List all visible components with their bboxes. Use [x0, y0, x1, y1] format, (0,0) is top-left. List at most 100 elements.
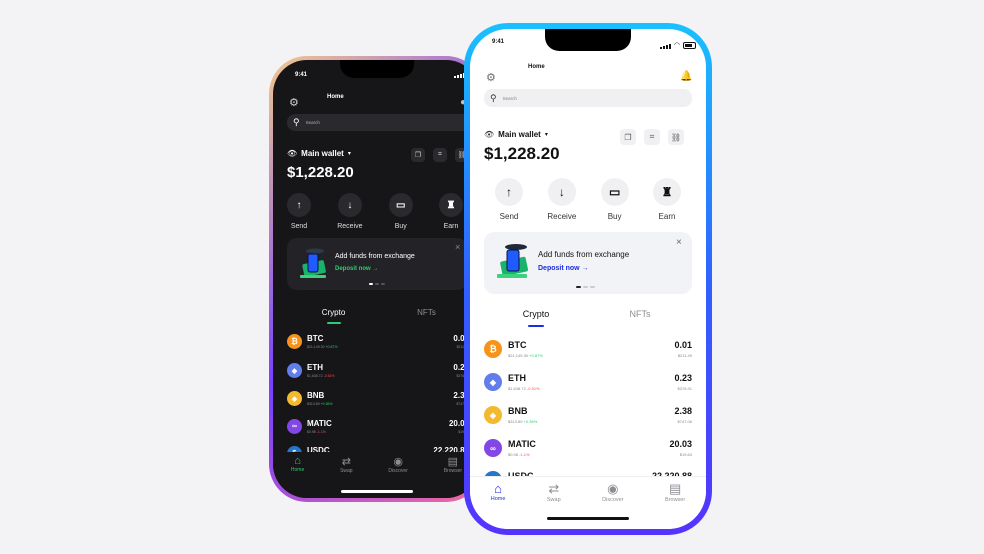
asset-symbol: BTC [508, 340, 527, 350]
nav-swap[interactable]: ⇄ Swap [547, 481, 561, 503]
nav-browser[interactable]: ▤ Browser [665, 481, 685, 503]
asset-row-bnb[interactable]: ◈ BNB $313.89 +0.36% 2.38 $747.06 [484, 405, 692, 433]
gear-icon[interactable]: ⚙ [289, 96, 299, 109]
status-icons: ◠ [659, 42, 696, 49]
eth-coin-icon: ◆ [287, 363, 302, 378]
nav-discover[interactable]: ◉ Discover [602, 481, 623, 503]
tab-underline [326, 322, 341, 324]
eth-coin-icon: ◆ [484, 373, 502, 391]
asset-amount: 0.23 [674, 373, 692, 383]
action-bar: ↑ Send ↓ Receive ▭ Buy ♜ Earn [287, 193, 463, 230]
home-icon: ⌂ [294, 455, 301, 467]
asset-row-matic[interactable]: ∞ MATIC $0.98 -1.1% 20.03 $19.63 [484, 438, 692, 466]
action-label: Send [499, 212, 519, 221]
copy-icon[interactable]: ❐ [411, 148, 425, 162]
carousel-dots [576, 286, 595, 288]
status-time: 9:41 [295, 72, 308, 78]
scan-icon[interactable]: ⌗ [433, 148, 447, 162]
close-icon[interactable]: × [455, 242, 460, 252]
wallet-selector[interactable]: 👁 Main wallet ▾ [287, 149, 351, 158]
nav-label: Discover [602, 497, 624, 503]
wifi-icon: ◠ [673, 42, 680, 49]
asset-tabs: Crypto NFTs [287, 308, 473, 324]
piggy-bank-icon: ♜ [652, 178, 681, 206]
asset-price: $21,149.30 +0.87% [508, 353, 543, 358]
search-icon: ⚲ [490, 92, 497, 103]
tab-nfts[interactable]: NFTs [588, 309, 692, 319]
search-input[interactable]: ⚲ Search [287, 114, 477, 131]
asset-row-bnb[interactable]: ◈ BNB $313.89 +0.36% 2.38 $747.06 [287, 390, 469, 414]
nav-home[interactable]: ⌂ Home [491, 481, 506, 503]
asset-row-eth[interactable]: ◆ ETH $1,638.72 -0.51% 0.23 $376.91 [287, 362, 469, 386]
banner-title: Add funds from exchange [335, 253, 415, 260]
asset-symbol: BTC [307, 334, 324, 343]
wallet-tools: ❐ ⌗ ⛓ [620, 129, 684, 145]
nav-label: Home [290, 467, 305, 473]
deposit-now-link[interactable]: Deposit now → [335, 266, 378, 272]
buy-button[interactable]: ▭ Buy [388, 193, 413, 230]
asset-usd: $376.91 [677, 386, 692, 391]
page-title: Home [327, 94, 344, 100]
asset-row-btc[interactable]: ₿ BTC $21,149.30 +0.87% 0.01 $211.49 [484, 339, 692, 367]
send-button[interactable]: ↑ Send [287, 193, 311, 230]
gear-icon[interactable]: ⚙ [486, 71, 496, 84]
nav-label: Swap [546, 497, 561, 503]
nav-swap[interactable]: ⇄ Swap [340, 455, 353, 474]
search-input[interactable]: ⚲ Search [484, 89, 692, 107]
deposit-banner[interactable]: Add funds from exchange Deposit now → × [484, 232, 692, 294]
link-icon[interactable]: ⛓ [668, 129, 684, 145]
receive-button[interactable]: ↓ Receive [547, 178, 576, 221]
tab-label: Crypto [321, 308, 346, 317]
asset-row-matic[interactable]: ∞ MATIC $0.98 -1.1% 20.03 $19.63 [287, 418, 469, 442]
asset-row-eth[interactable]: ◆ ETH $1,638.72 -0.51% 0.23 $376.91 [484, 372, 692, 400]
scan-icon[interactable]: ⌗ [644, 129, 660, 145]
tab-crypto[interactable]: Crypto [287, 308, 380, 324]
tab-crypto[interactable]: Crypto [484, 309, 588, 327]
deposit-banner[interactable]: Add funds from exchange Deposit now → × [287, 238, 467, 290]
tab-label: NFTs [629, 309, 651, 319]
home-indicator [547, 517, 629, 520]
deposit-now-link[interactable]: Deposit now → [538, 265, 589, 272]
swap-icon: ⇄ [548, 481, 560, 496]
close-icon[interactable]: × [676, 237, 682, 248]
action-label: Receive [547, 212, 577, 221]
discover-icon: ◉ [607, 481, 619, 496]
phone-screen: 9:41 ◠ ⚙ Home 🔔 ⚲ Search 👁 Main wallet ▾… [470, 29, 706, 529]
asset-usd: $19.63 [679, 452, 692, 457]
status-time: 9:41 [492, 39, 505, 45]
earn-button[interactable]: ♜ Earn [652, 178, 681, 221]
asset-price: $21,149.30 +0.87% [307, 345, 338, 349]
battery-icon [683, 42, 696, 49]
nav-browser[interactable]: ▤ Browser [444, 455, 462, 474]
eye-icon[interactable]: 👁 [287, 149, 297, 158]
home-indicator [340, 490, 413, 493]
asset-row-btc[interactable]: ₿ BTC $21,149.30 +0.87% 0.01 $211.49 [287, 333, 469, 357]
asset-price: $0.98 -1.1% [307, 430, 326, 434]
copy-icon[interactable]: ❐ [620, 129, 636, 145]
tab-label: NFTs [417, 308, 436, 317]
action-label: Receive [337, 223, 363, 230]
earn-button[interactable]: ♜ Earn [439, 193, 463, 230]
tab-nfts[interactable]: NFTs [380, 308, 473, 317]
nav-home[interactable]: ⌂ Home [291, 455, 304, 474]
asset-symbol: BNB [508, 406, 528, 416]
chevron-down-icon: ▾ [347, 151, 351, 157]
asset-list: ₿ BTC $21,149.30 +0.87% 0.01 $211.49 ◆ E… [484, 339, 692, 489]
bottom-nav: ⌂ Home ⇄ Swap ◉ Discover ▤ Browser [273, 455, 480, 474]
wallet-tools: ❐ ⌗ ⛓ [411, 148, 469, 162]
wallet-name: Main wallet [498, 130, 541, 139]
arrow-right-icon: → [372, 266, 379, 272]
bell-icon[interactable]: 🔔 [680, 71, 692, 82]
card-icon: ▭ [388, 193, 413, 217]
receive-button[interactable]: ↓ Receive [337, 193, 363, 230]
wallet-selector[interactable]: 👁 Main wallet ▾ [484, 130, 548, 139]
carousel-dots [369, 283, 385, 285]
wallet-name: Main wallet [301, 149, 344, 158]
buy-button[interactable]: ▭ Buy [600, 178, 629, 221]
nav-discover[interactable]: ◉ Discover [388, 455, 407, 474]
tab-underline [528, 325, 544, 327]
tab-label: Crypto [522, 309, 550, 319]
send-button[interactable]: ↑ Send [495, 178, 523, 221]
eye-icon[interactable]: 👁 [484, 130, 494, 139]
asset-symbol: MATIC [508, 439, 536, 449]
